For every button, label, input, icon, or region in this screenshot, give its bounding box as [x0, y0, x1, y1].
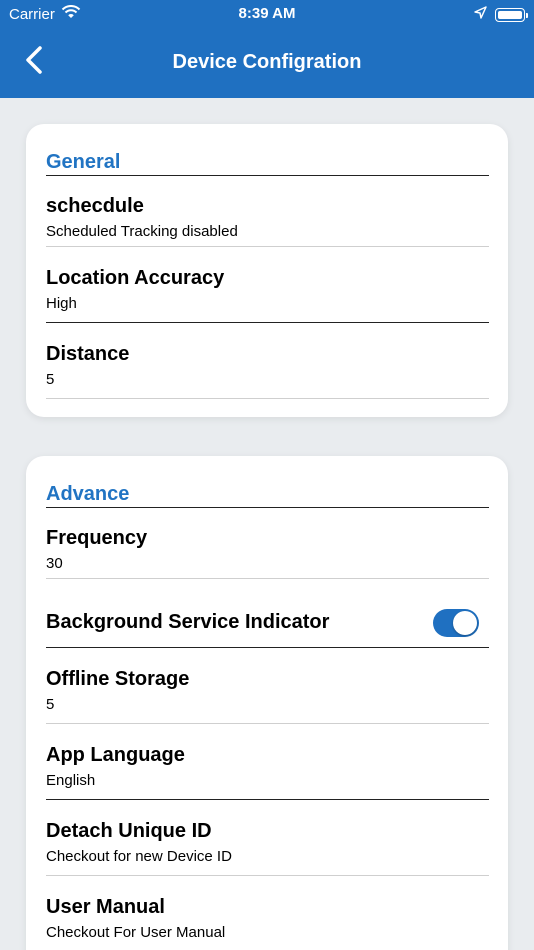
offline-storage-value: 5: [46, 696, 55, 713]
location-accuracy-value: High: [46, 295, 77, 312]
top-bar: Carrier 8:39 AM Device Configration: [0, 0, 534, 98]
app-language-label: App Language: [46, 744, 185, 766]
detach-id-label: Detach Unique ID: [46, 820, 212, 842]
navigation-bar: Device Configration: [0, 38, 534, 88]
advance-section-title: Advance: [46, 456, 489, 508]
user-manual-value: Checkout For User Manual: [46, 924, 226, 941]
distance-value: 5: [46, 371, 55, 388]
location-accuracy-label: Location Accuracy: [46, 267, 225, 289]
general-card: General schecdule Scheduled Tracking dis…: [26, 124, 508, 417]
offline-storage-row[interactable]: Offline Storage 5: [46, 648, 489, 724]
schedule-row[interactable]: schecdule Scheduled Tracking disabled: [46, 176, 489, 247]
app-language-row[interactable]: App Language English: [46, 724, 489, 800]
frequency-row[interactable]: Frequency 30: [46, 508, 489, 579]
background-service-row: Background Service Indicator: [46, 579, 489, 648]
user-manual-label: User Manual: [46, 896, 165, 918]
schedule-value: Scheduled Tracking disabled: [46, 223, 238, 240]
status-bar: Carrier 8:39 AM: [0, 0, 534, 28]
offline-storage-label: Offline Storage: [46, 668, 190, 690]
battery-icon: [495, 7, 528, 22]
schedule-label: schecdule: [46, 195, 144, 217]
detach-id-row[interactable]: Detach Unique ID Checkout for new Device…: [46, 800, 489, 876]
distance-label: Distance: [46, 343, 130, 365]
general-section-title: General: [46, 124, 489, 176]
toggle-knob: [453, 611, 477, 635]
location-accuracy-row[interactable]: Location Accuracy High: [46, 247, 489, 323]
frequency-label: Frequency: [46, 527, 148, 549]
advance-card: Advance Frequency 30 Background Service …: [26, 456, 508, 950]
detach-id-value: Checkout for new Device ID: [46, 848, 232, 865]
background-service-label: Background Service Indicator: [46, 611, 330, 633]
user-manual-row[interactable]: User Manual Checkout For User Manual: [46, 876, 489, 950]
frequency-value: 30: [46, 555, 63, 572]
distance-row[interactable]: Distance 5: [46, 323, 489, 399]
page-title: Device Configration: [172, 51, 362, 73]
location-arrow-icon: [474, 6, 487, 23]
background-service-toggle[interactable]: [433, 609, 479, 637]
status-right: [474, 6, 528, 23]
app-language-value: English: [46, 772, 96, 789]
status-time: 8:39 AM: [238, 5, 296, 22]
